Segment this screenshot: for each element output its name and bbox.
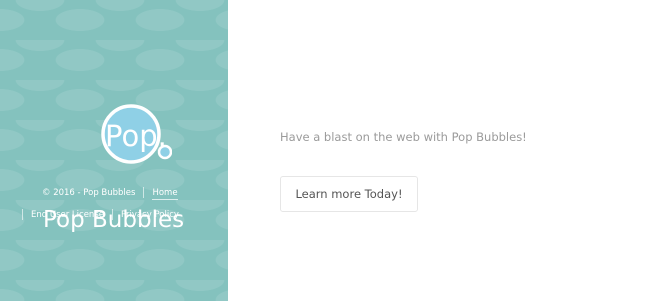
footer-row-top: © 2016 - Pop Bubbles Home [42, 187, 228, 200]
logo-bubble-icon: Pop. [101, 104, 172, 164]
footer-row-bottom: End User License Privacy Policy [22, 209, 228, 220]
learn-more-button[interactable]: Learn more Today! [280, 176, 418, 212]
privacy-policy-link[interactable]: Privacy Policy [121, 210, 179, 220]
footer-divider [22, 209, 23, 220]
tagline-text: Have a blast on the web with Pop Bubbles… [280, 130, 527, 144]
logo-text: Pop. [105, 119, 167, 153]
footer-divider [111, 209, 113, 220]
home-link[interactable]: Home [152, 188, 178, 200]
sidebar-panel: Pop. © 2016 - Pop Bubbles Home Pop Bubble… [0, 0, 228, 301]
copyright-text: © 2016 - Pop Bubbles [42, 188, 136, 198]
eula-link[interactable]: End User License [31, 210, 104, 220]
pop-bubbles-logo[interactable]: Pop. [96, 104, 172, 164]
footer-divider [143, 187, 145, 198]
